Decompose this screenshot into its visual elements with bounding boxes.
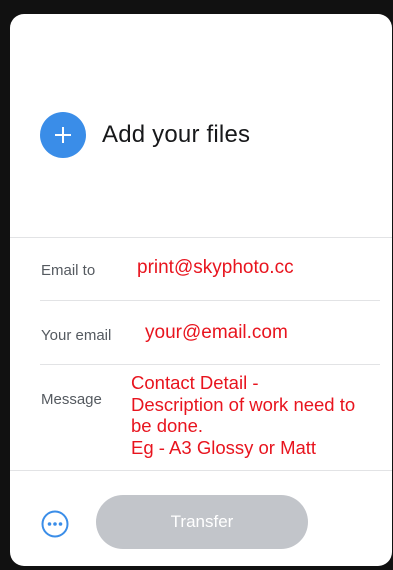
message-label: Message bbox=[41, 391, 102, 408]
divider bbox=[10, 237, 392, 238]
transfer-button[interactable]: Transfer bbox=[96, 495, 308, 549]
message-textarea[interactable]: Contact Detail - Description of work nee… bbox=[131, 372, 379, 468]
email-to-label: Email to bbox=[41, 262, 96, 279]
transfer-panel: Add your files Email to print@skyphoto.c… bbox=[10, 14, 392, 566]
your-email-input[interactable]: your@email.com bbox=[145, 322, 288, 344]
add-files-button[interactable]: Add your files bbox=[40, 112, 250, 158]
divider bbox=[10, 470, 392, 471]
plus-icon[interactable] bbox=[40, 112, 86, 158]
divider bbox=[40, 364, 380, 365]
more-options-button[interactable] bbox=[40, 509, 70, 539]
divider bbox=[40, 300, 380, 301]
email-to-input[interactable]: print@skyphoto.cc bbox=[137, 257, 294, 279]
more-options-icon[interactable] bbox=[40, 509, 70, 539]
your-email-label: Your email bbox=[41, 327, 112, 344]
add-files-label: Add your files bbox=[102, 121, 251, 148]
